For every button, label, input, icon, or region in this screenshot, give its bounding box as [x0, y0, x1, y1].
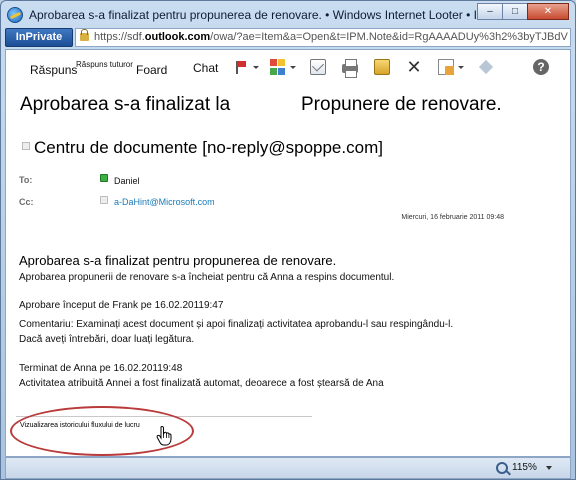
diamond-icon[interactable]	[478, 59, 494, 75]
body-line-auto-finished: Activitatea atribuită Annei a fost final…	[19, 378, 384, 389]
forward-button[interactable]: Foard	[136, 63, 167, 77]
to-presence-icon	[100, 174, 108, 182]
browser-window: Aprobarea s-a finalizat pentru propunere…	[0, 0, 576, 480]
to-recipient[interactable]: Daniel	[114, 176, 140, 186]
message-pane: Răspuns Răspuns tuturor Foard Chat ✕ ? A…	[5, 49, 571, 457]
chat-button[interactable]: Chat	[193, 61, 218, 75]
message-toolbar: Răspuns Răspuns tuturor Foard Chat ✕ ?	[6, 50, 570, 84]
window-title: Aprobarea s-a finalizat pentru propunere…	[29, 8, 524, 22]
document-icon[interactable]	[438, 59, 454, 75]
browser-app-icon	[7, 7, 23, 23]
close-window-button[interactable]: ✕	[527, 3, 569, 20]
category-green-swatch	[270, 67, 277, 75]
lock-icon	[80, 29, 89, 41]
flag-dropdown-icon[interactable]	[253, 66, 259, 69]
maximize-button[interactable]: □	[502, 3, 528, 20]
body-line-approval-ended: Aprobarea propunerii de renovare s-a înc…	[19, 272, 395, 283]
flag-icon[interactable]	[234, 59, 250, 75]
categories-dropdown-icon[interactable]	[290, 66, 296, 69]
to-label: To:	[19, 175, 33, 185]
status-bar: 115%	[5, 457, 571, 479]
sender-name[interactable]: Centru de documente [no-reply@spoppe.com…	[34, 138, 383, 158]
envelope-icon[interactable]	[310, 59, 326, 75]
cc-presence-icon	[100, 196, 108, 204]
address-bar: InPrivate https://sdf.outlook.com/owa/?a…	[5, 27, 571, 49]
body-line-started: Aprobare început de Frank pe 16.02.20119…	[19, 300, 224, 311]
url-domain: outlook.com	[144, 31, 211, 43]
window-controls: – □ ✕	[477, 3, 569, 20]
cc-recipient[interactable]: a-DaHint@Microsoft.com	[114, 197, 215, 207]
move-icon[interactable]	[374, 59, 390, 75]
delete-icon[interactable]: ✕	[406, 58, 422, 76]
url-suffix: /owa/?ae=Item&a=Open&t=IPM.Note&id=RgAAA…	[210, 31, 568, 43]
minimize-button[interactable]: –	[477, 3, 503, 20]
title-bar: Aprobarea s-a finalizat pentru propunere…	[1, 1, 575, 27]
workflow-history-link[interactable]: Vizualizarea istoricului fluxului de luc…	[20, 422, 140, 429]
category-blue-swatch	[278, 67, 285, 75]
reply-button[interactable]: Răspuns	[30, 63, 77, 77]
category-yellow-swatch	[278, 59, 285, 66]
url-field[interactable]: https://sdf.outlook.com/owa/?ae=Item&a=O…	[75, 28, 571, 47]
message-subject-part1: Aprobarea s-a finalizat la	[20, 94, 231, 115]
url-prefix: https://sdf.	[94, 31, 145, 43]
zoom-icon[interactable]	[496, 462, 508, 474]
zoom-dropdown-icon[interactable]	[546, 466, 552, 470]
body-line-comments: Comentariu: Examinați acest document și …	[19, 319, 454, 330]
cc-label: Cc:	[19, 197, 34, 207]
inprivate-badge[interactable]: InPrivate	[5, 28, 73, 47]
reply-all-button[interactable]: Răspuns tuturor	[76, 60, 133, 69]
category-red-swatch	[270, 59, 277, 66]
message-date: Miercuri, 16 februarie 2011 09:48	[401, 214, 504, 221]
print-icon[interactable]	[342, 59, 358, 78]
body-heading: Aprobarea s-a finalizat pentru propunere…	[19, 253, 337, 268]
message-subject-part2: Propunere de renovare.	[301, 94, 502, 115]
body-line-questions: Dacă aveți întrebări, doar luați legătur…	[19, 334, 195, 345]
sender-presence-icon	[22, 142, 30, 150]
categories-icon[interactable]	[270, 59, 286, 75]
hand-cursor-icon	[156, 426, 172, 446]
url-text[interactable]: https://sdf.outlook.com/owa/?ae=Item&a=O…	[94, 31, 568, 43]
document-dropdown-icon[interactable]	[458, 66, 464, 69]
zoom-level[interactable]: 115%	[512, 462, 537, 473]
body-line-ended: Terminat de Anna pe 16.02.20119:48	[19, 363, 183, 374]
help-icon[interactable]: ?	[533, 59, 549, 75]
